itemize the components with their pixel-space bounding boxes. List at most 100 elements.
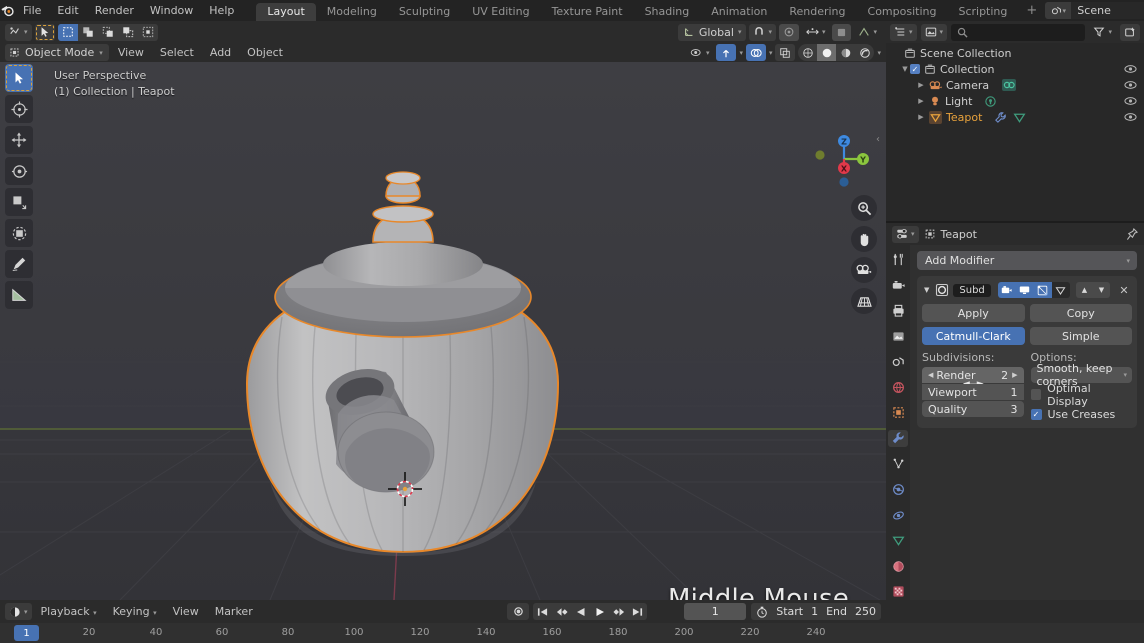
timeline-editor-icon[interactable]: ▾ xyxy=(5,603,32,620)
measure-tool[interactable] xyxy=(5,281,33,309)
tab-texture[interactable] xyxy=(888,584,908,601)
viewport-subdivisions-field[interactable]: Viewport 1 xyxy=(922,384,1024,400)
render-toggle-icon[interactable] xyxy=(998,282,1016,298)
optimal-display-row[interactable]: Optimal Display xyxy=(1031,386,1133,403)
solid-shading-icon[interactable] xyxy=(817,44,836,61)
pan-hand-icon[interactable] xyxy=(851,226,877,252)
tab-compositing[interactable]: Compositing xyxy=(857,3,948,21)
tab-scripting[interactable]: Scripting xyxy=(947,3,1018,21)
disclosure-triangle-icon[interactable]: ▶ xyxy=(916,97,926,105)
rotate-tool[interactable] xyxy=(5,157,33,185)
xray-toggle-icon[interactable] xyxy=(775,44,795,61)
collection-checkbox[interactable]: ✓ xyxy=(910,64,920,74)
tab-sculpting[interactable]: Sculpting xyxy=(388,3,461,21)
rendered-shading-icon[interactable] xyxy=(855,44,874,61)
play-reverse-icon[interactable] xyxy=(571,603,590,620)
transform-tool[interactable] xyxy=(5,219,33,247)
scene-selector[interactable]: ▾ Scene ✕ xyxy=(1045,2,1144,19)
next-keyframe-icon[interactable] xyxy=(609,603,628,620)
outliner-row-camera[interactable]: ▶ Camera xyxy=(886,77,1144,93)
select-subtract-icon[interactable] xyxy=(98,24,118,41)
triangle-down-icon[interactable]: ▼ xyxy=(924,286,929,294)
tab-modeling[interactable]: Modeling xyxy=(316,3,388,21)
tab-world[interactable] xyxy=(888,379,908,396)
search-input[interactable] xyxy=(951,24,1085,41)
transform-orientation-selector[interactable]: Global ▾ xyxy=(678,24,747,41)
camera-view-icon[interactable] xyxy=(851,257,877,283)
pin-icon[interactable] xyxy=(1126,228,1138,241)
tab-particles[interactable] xyxy=(888,456,908,473)
cursor-tool[interactable] xyxy=(5,95,33,123)
end-value[interactable]: 250 xyxy=(855,605,876,618)
arrow-up-icon[interactable]: ▲ xyxy=(1076,282,1093,298)
outliner-display-icon[interactable]: ▾ xyxy=(890,24,917,41)
outliner-row-teapot[interactable]: ▶ Teapot xyxy=(886,109,1144,125)
editor-type-icon[interactable]: ▾ xyxy=(5,24,32,41)
tab-scene[interactable] xyxy=(888,353,908,370)
camera-data-icon[interactable] xyxy=(1001,78,1017,92)
optimal-display-checkbox[interactable] xyxy=(1031,389,1042,400)
viewport-menu-add[interactable]: Add xyxy=(203,43,238,62)
menu-help[interactable]: Help xyxy=(201,0,242,21)
viewport-menu-select[interactable]: Select xyxy=(153,43,201,62)
light-visibility-icon[interactable] xyxy=(1124,96,1137,106)
outliner-tree[interactable]: Scene Collection ▼ ✓ Collection ▶ Camera xyxy=(886,43,1144,221)
tab-rendering[interactable]: Rendering xyxy=(778,3,856,21)
timeline-menu-marker[interactable]: Marker xyxy=(208,602,260,621)
outliner-row-scene-collection[interactable]: Scene Collection xyxy=(886,45,1144,61)
mesh-data-icon[interactable] xyxy=(1013,111,1026,124)
use-creases-checkbox[interactable]: ✓ xyxy=(1031,409,1042,420)
play-icon[interactable] xyxy=(590,603,609,620)
camera-visibility-icon[interactable] xyxy=(1124,80,1137,90)
funnel-icon[interactable]: ▾ xyxy=(1089,24,1116,41)
disclosure-triangle-icon[interactable]: ▼ xyxy=(900,65,910,73)
material-preview-icon[interactable] xyxy=(836,44,855,61)
stopwatch-icon[interactable] xyxy=(756,606,768,618)
scene-name[interactable]: Scene xyxy=(1071,2,1144,19)
tab-tool[interactable] xyxy=(888,251,908,268)
realtime-toggle-icon[interactable] xyxy=(1016,282,1034,298)
tab-material[interactable] xyxy=(888,558,908,575)
add-workspace-button[interactable]: + xyxy=(1018,0,1045,21)
snap-magnet-icon[interactable]: ▾ xyxy=(749,24,776,41)
tab-texture-paint[interactable]: Texture Paint xyxy=(541,3,634,21)
record-icon[interactable] xyxy=(507,603,529,620)
timeline-menu-playback[interactable]: Playback ▾ xyxy=(34,602,104,621)
outliner-row-light[interactable]: ▶ Light xyxy=(886,93,1144,109)
menu-file[interactable]: File xyxy=(15,0,49,21)
tab-physics[interactable] xyxy=(888,481,908,498)
select-new-icon[interactable] xyxy=(58,24,78,41)
falloff-curve-icon[interactable]: ▾ xyxy=(854,24,881,41)
tab-data[interactable] xyxy=(888,532,908,549)
add-modifier-button[interactable]: Add Modifier ▾ xyxy=(917,251,1137,270)
tweak-tool[interactable] xyxy=(5,64,33,92)
id-type-filter-icon[interactable]: ▾ xyxy=(921,24,948,41)
jump-end-icon[interactable] xyxy=(628,603,647,620)
select-intersect-icon[interactable] xyxy=(138,24,158,41)
new-collection-icon[interactable] xyxy=(1120,24,1140,41)
snap-target-icon[interactable]: ▾ xyxy=(802,24,830,41)
breadcrumb[interactable]: Teapot xyxy=(924,228,977,241)
use-creases-row[interactable]: ✓ Use Creases xyxy=(1031,406,1133,423)
move-tool[interactable] xyxy=(5,126,33,154)
chevron-left-icon[interactable]: ‹ xyxy=(876,134,880,145)
tab-modifier[interactable] xyxy=(888,430,908,447)
simple-button[interactable]: Simple xyxy=(1030,327,1133,345)
tab-output[interactable] xyxy=(888,302,908,319)
annotate-tool[interactable] xyxy=(5,250,33,278)
wireframe-shading-icon[interactable] xyxy=(798,44,817,61)
3d-viewport[interactable]: User Perspective (1) Collection | Teapot… xyxy=(0,62,886,600)
on-cage-toggle-icon[interactable] xyxy=(1052,282,1070,298)
tab-view-layer[interactable] xyxy=(888,328,908,345)
arrow-down-icon[interactable]: ▼ xyxy=(1093,282,1110,298)
navigation-gizmo[interactable]: Z Y X xyxy=(815,130,873,188)
jump-start-icon[interactable] xyxy=(533,603,552,620)
render-subdivisions-field[interactable]: ◀ Render 2 ▶ ◄—► xyxy=(922,367,1024,383)
menu-window[interactable]: Window xyxy=(142,0,201,21)
edit-mode-toggle-icon[interactable] xyxy=(1034,282,1052,298)
mode-selector[interactable]: Object Mode ▾ xyxy=(5,44,109,61)
modifier-icon[interactable] xyxy=(994,111,1007,124)
overlays-toggle-icon[interactable] xyxy=(746,44,766,61)
uv-smooth-dropdown[interactable]: Smooth, keep corners ▾ xyxy=(1031,367,1133,383)
current-frame-field[interactable]: 1 xyxy=(684,603,746,620)
